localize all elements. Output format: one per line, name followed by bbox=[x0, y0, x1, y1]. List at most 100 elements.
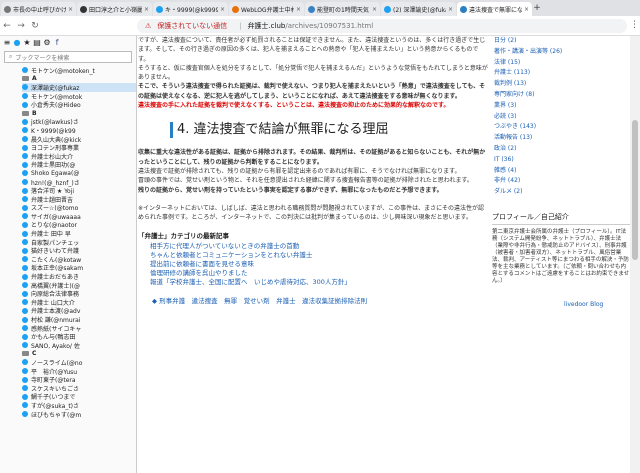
bookmark-item[interactable]: 深澤諭史(@fukaz bbox=[22, 83, 136, 92]
bookmark-item[interactable]: 弁護士杉山大介 bbox=[22, 152, 136, 161]
forward-icon[interactable]: → bbox=[14, 21, 28, 31]
tab-close-icon[interactable]: × bbox=[144, 6, 149, 13]
browser-tab[interactable]: キ・9999(@k99997)× bbox=[153, 2, 228, 16]
paragraph: 冒頭の事件では、覚せい剤という物と、それを任意提出された経緯に関する捜査報告書等… bbox=[138, 177, 473, 185]
category-list: 日分 (2) 著作・講演・出演等 (26) 法律 (15) 弁護士 (113) 裁判例 … bbox=[494, 36, 630, 198]
paragraph: 違法捜査の手に入れた証拠を裁判で使えなくする、ということは、違法捜査の抑止のため… bbox=[138, 102, 450, 110]
menu-icon[interactable]: ⋮ bbox=[630, 20, 639, 30]
scrollbar-thumb[interactable] bbox=[632, 120, 638, 260]
bookmark-item[interactable]: 弁護士趙田晋吉 bbox=[22, 195, 136, 204]
browser-tab[interactable]: (2) 深澤諭史(@fukaz× bbox=[381, 2, 456, 16]
new-tab-button[interactable]: + bbox=[532, 2, 542, 16]
bookmark-folder[interactable]: B bbox=[22, 109, 136, 118]
bookmark-item[interactable]: スズー☆(@tomo bbox=[22, 204, 136, 212]
bookmark-item[interactable]: 小倉秀夫(@Hideo bbox=[22, 100, 136, 109]
bookmark-item[interactable]: 寺町東子(@tera bbox=[22, 375, 136, 384]
bookmark-item[interactable]: かもん与(鴨志田 bbox=[22, 332, 136, 341]
folder-icon[interactable]: ▤ bbox=[32, 38, 42, 47]
bookmark-item[interactable]: 弁護士 山口大介 bbox=[22, 298, 136, 307]
bookmark-item[interactable]: ノースライム(@no bbox=[22, 358, 136, 367]
category-list-item[interactable]: 活動報告 (13) bbox=[494, 133, 630, 144]
tab-favicon-icon bbox=[460, 5, 467, 13]
twitter-icon bbox=[22, 342, 28, 349]
settings-icon[interactable]: ⚙ bbox=[42, 38, 52, 47]
bookmark-item[interactable]: 落合洋司 ★ Yoji bbox=[22, 186, 136, 195]
category-list-item[interactable]: IT (36) bbox=[494, 155, 630, 166]
category-list-item[interactable]: 法律 (15) bbox=[494, 58, 630, 69]
bookmark-item[interactable]: スケスキいちごさ bbox=[22, 384, 136, 393]
category-list-item[interactable]: 雑感 (4) bbox=[494, 166, 630, 177]
category-list-item[interactable]: 政治 (2) bbox=[494, 144, 630, 155]
bookmark-item[interactable]: 平 裕介(@Yusu bbox=[22, 367, 136, 376]
browser-tab[interactable]: 能登町の1時間天気 × bbox=[305, 2, 380, 16]
tab-close-icon[interactable]: × bbox=[296, 6, 301, 13]
bookmark-item[interactable]: こたくん(@kotaw bbox=[22, 255, 136, 264]
category-list-item[interactable]: 著作・講演・出演等 (26) bbox=[494, 47, 630, 58]
bookmark-item[interactable]: 自家製パンチェッ bbox=[22, 238, 136, 247]
twitter-icon bbox=[22, 136, 28, 143]
bookmark-item[interactable]: 弁護士おだちあき bbox=[22, 272, 136, 281]
tab-close-icon[interactable]: × bbox=[372, 6, 377, 13]
category-link[interactable]: 報道「学校弁護士、全国に配置へ いじめや虐待対応、300人方針」 bbox=[150, 278, 488, 287]
bookmark-item[interactable]: モトケン(@motok bbox=[22, 92, 136, 101]
browser-tab[interactable]: WebLOG弁護士中村正× bbox=[229, 2, 304, 16]
bookmark-item[interactable]: 向原総合法律事務 bbox=[22, 289, 136, 298]
tab-close-icon[interactable]: × bbox=[524, 6, 529, 13]
browser-tab[interactable]: 市長の中止呼びかけ × bbox=[1, 2, 76, 16]
security-warning: 保護されていない通信 bbox=[157, 22, 228, 30]
bookmark-item[interactable]: 村松 謙(@nmurai bbox=[22, 315, 136, 324]
bookmark-item[interactable]: 弁護士本渡(@adv bbox=[22, 307, 136, 315]
twitter-icon bbox=[22, 290, 28, 297]
tab-close-icon[interactable]: × bbox=[448, 6, 453, 13]
bookmark-folder[interactable]: C bbox=[22, 350, 136, 359]
bookmark-search-input[interactable]: ⌕ ブックマークを検索 bbox=[4, 51, 132, 63]
twitter-icon bbox=[22, 179, 28, 186]
bookmark-item[interactable]: サイガ(@uwaaaa bbox=[22, 212, 136, 221]
bookmark-item[interactable]: ヨコテン刑事専業 bbox=[22, 143, 136, 152]
article-tags[interactable]: ◆ 刑事弁護 違法捜査 無罪 覚せい剤 弁護士 違法収集証拠排除法則 bbox=[152, 295, 488, 305]
facebook-icon[interactable]: f bbox=[52, 38, 62, 47]
bookmark-item[interactable]: 高橋翼(弁護士)(@ bbox=[22, 281, 136, 290]
bookmark-item[interactable]: 晨久山大典(@kick bbox=[22, 135, 136, 144]
bookmark-icon[interactable]: ★ bbox=[22, 38, 32, 47]
category-list-item[interactable]: 業界 (3) bbox=[494, 101, 630, 112]
bookmark-item[interactable]: 鯛千子(いつまで bbox=[22, 393, 136, 401]
bookmark-item[interactable]: hzn!(@_hznf_)さ bbox=[22, 178, 136, 187]
tab-close-icon[interactable]: × bbox=[68, 6, 73, 13]
tab-close-icon[interactable]: × bbox=[220, 6, 225, 13]
bookmark-item[interactable]: 弁護士 田中 早 bbox=[22, 229, 136, 238]
category-list-item[interactable]: 弁護士 (113) bbox=[494, 68, 630, 79]
category-list-item[interactable]: 日分 (2) bbox=[494, 36, 630, 47]
bookmark-item[interactable]: K・9999(@k99 bbox=[22, 126, 136, 135]
bookmark-item[interactable]: 猫好きいわて弁護 bbox=[22, 246, 136, 255]
twitter-icon bbox=[22, 187, 28, 194]
bookmark-item[interactable]: ほびもちゃす(@m bbox=[22, 410, 136, 419]
category-list-item[interactable]: 必読 (3) bbox=[494, 112, 630, 123]
reload-icon[interactable]: ↻ bbox=[28, 21, 42, 31]
bookmark-item[interactable]: jstk(@lawkus)さ bbox=[22, 118, 136, 126]
bookmark-item[interactable]: Shoko Egawa(@ bbox=[22, 169, 136, 178]
category-list-item[interactable]: 裁判例 (13) bbox=[494, 79, 630, 90]
twitter-icon bbox=[22, 67, 28, 74]
back-icon[interactable]: ← bbox=[0, 21, 14, 31]
livedoor-logo[interactable]: livedoor Blog bbox=[564, 301, 630, 308]
search-icon: ⌕ bbox=[9, 53, 13, 60]
category-list-item[interactable]: 専門家向け (8) bbox=[494, 90, 630, 101]
bookmark-item[interactable]: 弁護士黒田功(@ bbox=[22, 161, 136, 169]
twitter-icon[interactable]: ● bbox=[12, 38, 22, 47]
bookmark-item[interactable]: 坂本正幸(@sakam bbox=[22, 264, 136, 272]
bookmark-item[interactable]: 感熱紙(サイコキャ bbox=[22, 324, 136, 333]
bookmark-item[interactable]: とりな(@naotor bbox=[22, 221, 136, 229]
browser-tab[interactable]: 違法捜査で無罪になる× bbox=[457, 2, 532, 16]
twitter-icon bbox=[22, 101, 28, 108]
category-list-item[interactable]: ダルメ (2) bbox=[494, 187, 630, 198]
category-list-item[interactable]: 非弁 (42) bbox=[494, 176, 630, 187]
sidebar-toggle-icon[interactable]: ≡ bbox=[2, 38, 12, 47]
browser-tab[interactable]: 田口淳之介と小嶺麗奈× bbox=[77, 2, 152, 16]
bookmark-item[interactable]: モトケン(@motoken_t bbox=[22, 66, 136, 75]
category-list-item[interactable]: つぶやき (143) bbox=[494, 122, 630, 133]
bookmark-item[interactable]: すが(@suka_t)さ bbox=[22, 401, 136, 410]
bookmark-item[interactable]: SANO, Ayako/ 佐 bbox=[22, 341, 136, 350]
bookmark-folder[interactable]: A bbox=[22, 75, 136, 84]
address-bar[interactable]: ⚠ 保護されていない通信 | 弁護士.club /archives/109075… bbox=[137, 19, 627, 33]
